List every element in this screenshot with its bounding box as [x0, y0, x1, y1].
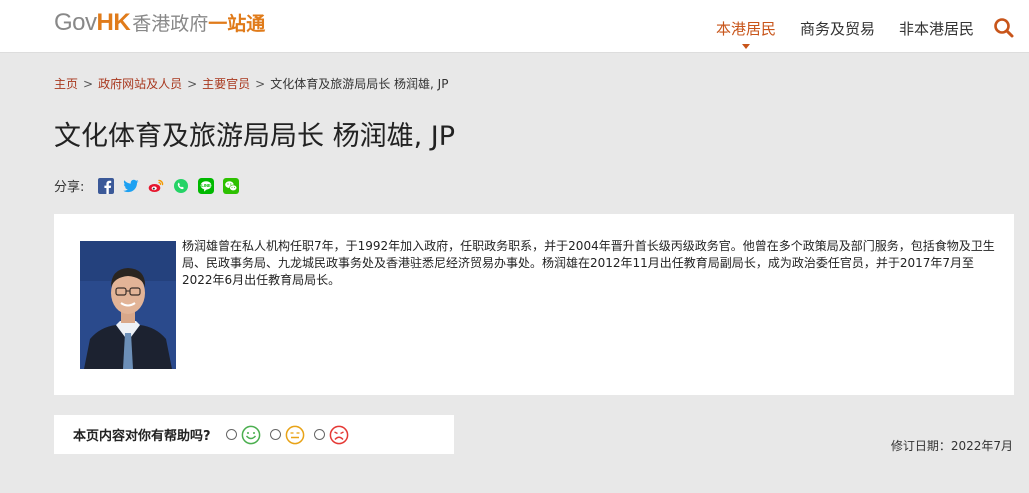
feedback-radio-sad[interactable] [313, 429, 325, 440]
share-bar: 分享: LINE [54, 176, 248, 195]
page-title: 文化体育及旅游局局长 杨润雄, JP [54, 121, 455, 152]
feedback-question: 本页内容对你有帮助吗? [73, 429, 211, 444]
breadcrumb-gov-sites[interactable]: 政府网站及人员 [98, 77, 182, 91]
breadcrumb-separator: > [187, 77, 198, 91]
logo-cn-gray-text: 香港政府 [132, 13, 209, 35]
govhk-logo[interactable]: Gov HK 香港政府 一站通 [54, 9, 265, 39]
whatsapp-icon[interactable] [173, 178, 189, 194]
feedback-radio-happy[interactable] [225, 429, 237, 440]
top-navigation: 本港居民 商务及贸易 非本港居民 [692, 18, 974, 39]
sad-face-icon [329, 425, 348, 444]
search-icon[interactable] [993, 17, 1015, 39]
breadcrumb-separator: > [83, 77, 94, 91]
official-profile-card: 杨润雄曾在私人机构任职7年，于1992年加入政府，任职政务职系，并于2004年晋… [54, 214, 1014, 395]
feedback-option-sad[interactable] [313, 425, 349, 445]
logo-cn-orange-text: 一站通 [208, 13, 266, 35]
twitter-icon[interactable] [123, 178, 139, 194]
revision-date: 修订日期：2022年7月 [890, 439, 1013, 453]
feedback-panel: 本页内容对你有帮助吗? [54, 415, 454, 454]
svg-text:LINE: LINE [202, 183, 212, 188]
neutral-face-icon [285, 425, 304, 444]
feedback-option-happy[interactable] [225, 425, 261, 445]
share-label: 分享: [54, 180, 85, 195]
wechat-icon[interactable] [223, 177, 240, 194]
breadcrumb-current: 文化体育及旅游局局长 杨润雄, JP [270, 77, 449, 91]
feedback-option-neutral[interactable] [269, 425, 305, 445]
official-portrait [80, 241, 176, 369]
breadcrumb-principal-officials[interactable]: 主要官员 [202, 77, 250, 91]
logo-hk-text: HK [96, 9, 131, 36]
official-biography: 杨润雄曾在私人机构任职7年，于1992年加入政府，任职政务职系，并于2004年晋… [182, 239, 995, 287]
breadcrumb-home[interactable]: 主页 [54, 77, 78, 91]
facebook-icon[interactable] [98, 177, 115, 194]
line-icon[interactable]: LINE [198, 177, 215, 194]
nav-business[interactable]: 商务及贸易 [800, 18, 875, 39]
breadcrumb-separator: > [255, 77, 266, 91]
breadcrumb: 主页 > 政府网站及人员 > 主要官员 > 文化体育及旅游局局长 杨润雄, JP [54, 75, 448, 92]
weibo-icon[interactable] [148, 178, 164, 194]
nav-residents[interactable]: 本港居民 [716, 18, 776, 39]
nav-non-residents[interactable]: 非本港居民 [899, 18, 974, 39]
logo-gov-text: Gov [54, 9, 97, 36]
feedback-radio-neutral[interactable] [269, 429, 281, 440]
site-header: Gov HK 香港政府 一站通 本港居民 商务及贸易 非本港居民 [0, 0, 1029, 53]
happy-face-icon [241, 425, 260, 444]
